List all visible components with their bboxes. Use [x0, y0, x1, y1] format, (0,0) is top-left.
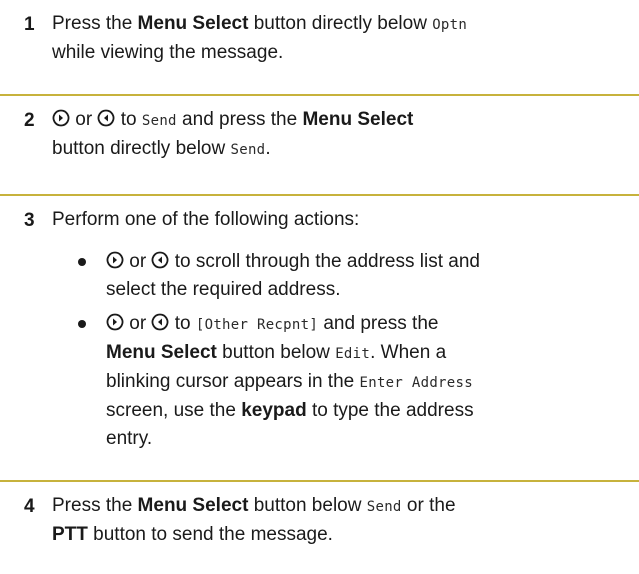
step-divider	[0, 480, 639, 482]
step-text: Perform one of the following actions:	[52, 206, 631, 234]
text: Press the	[52, 13, 138, 34]
text: or	[124, 251, 152, 272]
action-text: or to [Other Recpnt] and press the Menu …	[106, 310, 631, 453]
other-recipient-label: [Other Recpnt]	[195, 317, 319, 333]
text: . When a	[370, 342, 447, 363]
step-text: Press the Menu Select button directly be…	[52, 10, 631, 67]
menu-select-label: Menu Select	[302, 109, 414, 130]
text: Perform one of the following actions:	[52, 209, 360, 230]
text: button to send the message.	[87, 524, 333, 545]
text: Press the	[52, 495, 138, 516]
ptt-label: PTT	[52, 524, 88, 545]
send-softkey-label: Send	[230, 142, 266, 158]
right-navigation-icon	[52, 109, 70, 127]
left-navigation-icon	[152, 251, 169, 269]
text: while viewing the message.	[52, 42, 284, 63]
text: button directly below	[248, 13, 433, 34]
bullet-dot	[78, 258, 86, 266]
right-navigation-icon	[106, 313, 124, 331]
bullet-dot	[78, 320, 86, 328]
enter-address-screen-label: Enter Address	[359, 375, 473, 391]
text: button below	[216, 342, 336, 363]
text: select the required address.	[106, 279, 341, 300]
action-text: or to scroll through the address list an…	[106, 248, 631, 304]
text: to	[115, 109, 142, 130]
text: button directly below	[52, 138, 231, 159]
menu-select-label: Menu Select	[106, 342, 217, 363]
text: button below	[248, 495, 367, 516]
send-softkey-label: Send	[366, 499, 402, 515]
edit-softkey-label: Edit	[335, 346, 371, 362]
text: to type the address	[306, 400, 474, 421]
menu-select-label: Menu Select	[137, 13, 249, 34]
menu-select-label: Menu Select	[137, 495, 249, 516]
step-divider	[0, 194, 639, 196]
step-divider	[0, 94, 639, 96]
step-number: 3	[24, 210, 35, 231]
text: and press the	[176, 109, 303, 130]
right-navigation-icon	[106, 251, 124, 269]
text: .	[265, 138, 271, 159]
send-label: Send	[141, 113, 177, 129]
text: to scroll through the address list and	[169, 251, 480, 272]
left-navigation-icon	[152, 313, 169, 331]
text: or the	[401, 495, 456, 516]
optn-softkey-label: Optn	[432, 17, 468, 33]
step-text: Press the Menu Select button below Send …	[52, 492, 631, 549]
text: screen, use the	[106, 400, 242, 421]
step-number: 4	[24, 496, 35, 517]
text: entry.	[106, 428, 153, 449]
text: to	[169, 313, 196, 334]
action-item: or to [Other Recpnt] and press the Menu …	[78, 310, 631, 460]
keypad-label: keypad	[241, 400, 307, 421]
text: and press the	[318, 313, 439, 334]
left-navigation-icon	[98, 109, 115, 127]
text: blinking cursor appears in the	[106, 371, 360, 392]
text: or	[124, 313, 152, 334]
text: or	[70, 109, 98, 130]
action-item: or to scroll through the address list an…	[78, 248, 631, 308]
step-number: 1	[24, 14, 35, 35]
step-text: or to Send and press the Menu Select but…	[52, 106, 631, 164]
step-number: 2	[24, 110, 35, 131]
procedure-document: 1 Press the Menu Select button directly …	[0, 0, 639, 574]
